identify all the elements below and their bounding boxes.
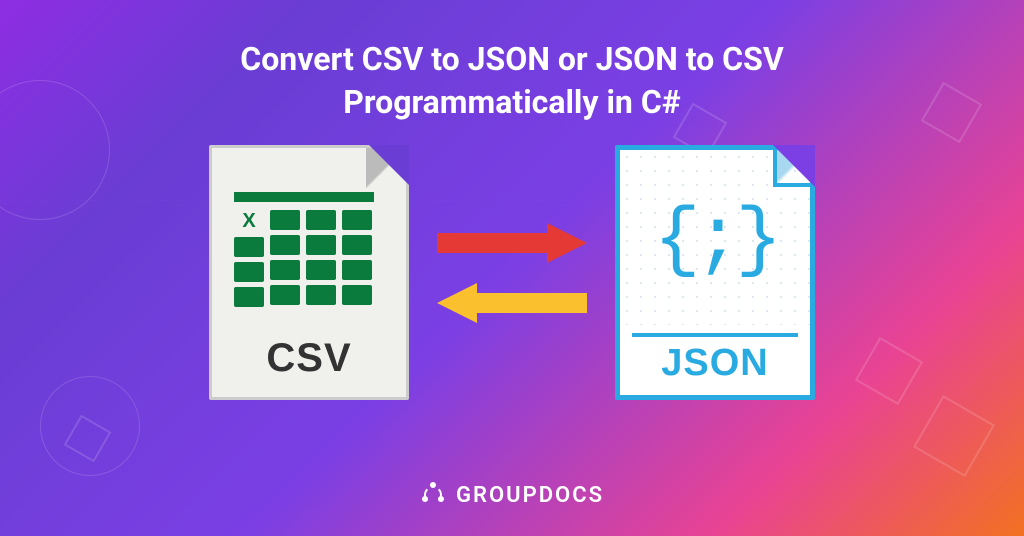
- csv-x-mark: X: [234, 210, 264, 232]
- json-file-icon: {;} JSON: [615, 145, 815, 400]
- csv-cell: [234, 287, 264, 307]
- arrow-left-icon: [437, 283, 587, 323]
- json-braces-icon: {;}: [654, 202, 776, 280]
- csv-cell: [342, 210, 372, 230]
- conversion-diagram: X CSV: [209, 145, 815, 400]
- csv-file-icon: X CSV: [209, 145, 409, 400]
- bg-hex-decoration: [913, 395, 995, 477]
- csv-cell: [306, 285, 336, 305]
- csv-cell: [270, 235, 300, 255]
- csv-cell: [270, 210, 300, 230]
- csv-cell: [306, 235, 336, 255]
- csv-grid-icon: X: [234, 210, 384, 307]
- csv-cell: [270, 260, 300, 280]
- brand-name: GROUPDOCS: [456, 483, 604, 508]
- json-fold-corner: [773, 150, 810, 187]
- json-label: JSON: [661, 342, 768, 385]
- brand-footer: GROUPDOCS: [420, 482, 604, 508]
- groupdocs-logo-icon: [420, 482, 446, 508]
- conversion-arrows: [437, 223, 587, 323]
- csv-label: CSV: [266, 336, 351, 381]
- csv-cell: [270, 285, 300, 305]
- csv-cell: [234, 262, 264, 282]
- csv-cell: [306, 210, 336, 230]
- arrow-right-icon: [437, 223, 587, 263]
- bg-hex-decoration: [855, 337, 923, 405]
- title-line-2: Programmatically in C#: [343, 83, 680, 121]
- json-separator: [632, 333, 798, 337]
- bg-hex-decoration: [64, 415, 112, 463]
- csv-cell: [342, 285, 372, 305]
- csv-fold-corner: [366, 148, 406, 188]
- csv-cell: [306, 260, 336, 280]
- csv-cell: [342, 260, 372, 280]
- title-line-1: Convert CSV to JSON or JSON to CSV: [240, 40, 783, 78]
- bg-circle-decoration: [40, 376, 140, 476]
- csv-cell: [342, 235, 372, 255]
- csv-cell: [234, 237, 264, 257]
- page-title: Convert CSV to JSON or JSON to CSV Progr…: [51, 38, 973, 124]
- csv-header-bar: [234, 192, 374, 202]
